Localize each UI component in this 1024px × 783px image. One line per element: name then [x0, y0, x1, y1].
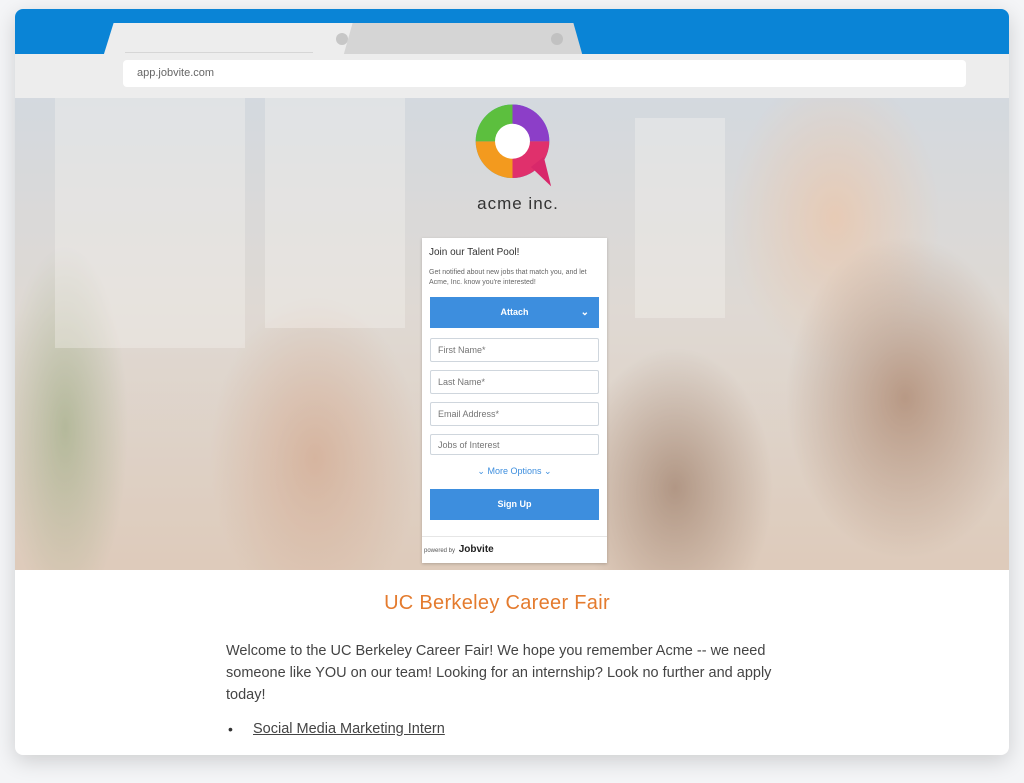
- speech-bubble-logo-icon: [475, 104, 552, 187]
- tab-close-icon[interactable]: [551, 33, 563, 45]
- attach-button[interactable]: Attach ⌄: [430, 297, 599, 328]
- first-name-field[interactable]: [430, 338, 599, 362]
- page-title: UC Berkeley Career Fair: [384, 592, 610, 614]
- address-bar[interactable]: app.jobvite.com: [123, 60, 966, 87]
- jobs-of-interest-field[interactable]: [430, 434, 599, 455]
- jobvite-logo[interactable]: Jobvite: [459, 544, 494, 555]
- more-options-label: More Options: [487, 466, 542, 476]
- more-options-link[interactable]: ⌄ More Options ⌄: [422, 466, 607, 477]
- tab-bar: [15, 9, 1009, 57]
- hero-background: acme inc. Join our Talent Pool! Get noti…: [15, 98, 1009, 570]
- bullet-icon: •: [228, 721, 233, 737]
- brand-name: acme inc.: [477, 194, 559, 213]
- browser-toolbar: app.jobvite.com: [15, 54, 1009, 99]
- powered-by-label: powered by: [424, 548, 456, 554]
- attach-label: Attach: [500, 307, 529, 317]
- chevron-down-icon: ⌄: [580, 307, 589, 318]
- chevron-down-icon: ⌄: [477, 466, 485, 476]
- powered-by: powered by Jobvite: [424, 544, 494, 555]
- email-field[interactable]: [430, 402, 599, 426]
- signup-button[interactable]: Sign Up: [430, 489, 599, 520]
- last-name-field[interactable]: [430, 370, 599, 394]
- form-divider: [422, 536, 607, 537]
- tab-active[interactable]: [103, 23, 368, 57]
- chevron-down-icon: ⌄: [544, 466, 552, 476]
- page-description: Welcome to the UC Berkeley Career Fair! …: [226, 643, 772, 703]
- tab-divider: [125, 52, 313, 53]
- form-subtitle: Get notified about new jobs that match y…: [429, 269, 587, 286]
- tab-close-icon[interactable]: [336, 33, 348, 45]
- form-title: Join our Talent Pool!: [429, 247, 520, 258]
- talent-pool-form: Join our Talent Pool! Get notified about…: [422, 238, 607, 563]
- tab-inactive[interactable]: [343, 23, 583, 57]
- job-link[interactable]: Social Media Marketing Intern: [253, 721, 445, 737]
